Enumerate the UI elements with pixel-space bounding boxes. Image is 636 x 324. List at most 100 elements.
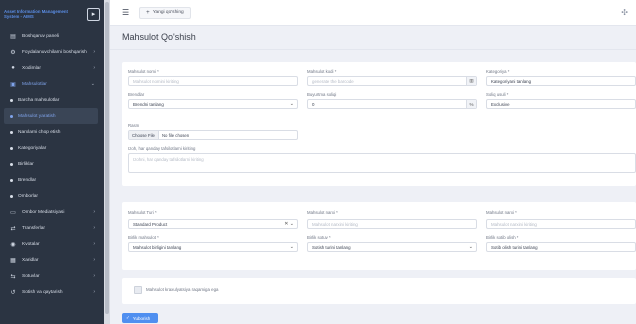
choose-file-button[interactable]: Choose File <box>129 131 159 139</box>
unit-sale-label: Birlik sotuv * <box>307 235 331 240</box>
cart-icon: ▦ <box>10 257 16 264</box>
sidebar-item-label: Xaridlar <box>22 257 39 263</box>
product-pricing-card <box>122 202 636 270</box>
unit-product-select[interactable]: Mahsulot birligini tanlang ⌄ <box>128 242 298 252</box>
sidebar-subitem-brands[interactable]: Brendlar <box>0 172 104 188</box>
sidebar-subitem-create-product[interactable]: Mahsulot yaratish <box>4 108 98 124</box>
submit-label: Yuborish <box>132 315 151 321</box>
sidebar-item-products[interactable]: ▣ Mahsulotlar ⌄ <box>0 76 104 92</box>
return-icon: ↺ <box>10 289 16 296</box>
sidebar-item-label: Kvotalar <box>22 241 40 247</box>
has-serial-checkbox[interactable] <box>134 286 142 294</box>
product-type-value: Standard Product <box>133 221 168 227</box>
sidebar-subitem-print-prices[interactable]: Narxlarni chop etish <box>0 124 104 140</box>
sidebar-item-label: Sotuvlar <box>22 273 40 279</box>
sidebar-item-dashboard[interactable]: ▤ Boshqaruv paneli <box>0 28 104 44</box>
chevron-down-icon: ⌄ <box>289 244 294 250</box>
sidebar-item-user-management[interactable]: ⚙ Foydalanuvchilarni boshqarish › <box>0 44 104 60</box>
bullet-icon <box>10 98 13 102</box>
settings-icon[interactable]: ✣ <box>621 8 628 17</box>
product-code-input[interactable]: generate the barcode ▥ <box>307 76 477 86</box>
sidebar-subitem-label: Mahsulot yaratish <box>18 113 56 119</box>
description-label: Izoh, har qanday tafsilotlarni kiriting <box>128 146 196 151</box>
sidebar-item-employees[interactable]: ● Xodimlar › <box>0 60 104 76</box>
scrollbar-thumb[interactable] <box>105 2 109 314</box>
sidebar-subitem-categories[interactable]: Kategoriyalar <box>0 140 104 156</box>
unit-sale-select[interactable]: Sotish turini tanlang ⌄ <box>307 242 477 252</box>
chevron-right-icon: › <box>93 273 95 279</box>
image-file-input[interactable]: Choose File No file chosen <box>128 130 298 140</box>
sales-icon: ⇆ <box>10 273 16 280</box>
order-tax-input[interactable]: 0 % <box>307 99 477 109</box>
clear-chevron-icon[interactable]: ✕ ⌄ <box>284 221 294 227</box>
image-label: Rasm <box>128 123 140 128</box>
has-serial-label: Mahsulot kraxulyatsiya raqamiga ega <box>146 287 219 292</box>
order-tax-value: 0 <box>312 101 315 107</box>
product-price-label: Mahsulot narxi * <box>486 210 517 215</box>
sidebar-subitem-label: Kategoriyalar <box>18 145 47 151</box>
chevron-right-icon: › <box>93 49 95 55</box>
box-icon: ▣ <box>10 81 16 88</box>
chevron-down-icon: ⌄ <box>468 244 473 250</box>
sidebar-subitem-label: Narxlarni chop etish <box>18 129 61 135</box>
bullet-icon <box>10 194 13 198</box>
chevron-down-icon: ⌄ <box>289 101 294 107</box>
description-textarea[interactable]: Izohni, har qanday tafsilotlarni kiritin… <box>128 153 636 173</box>
sidebar-item-purchases[interactable]: ▦ Xaridlar › <box>0 252 104 268</box>
sidebar-item-quotes[interactable]: ◉ Kvotalar › <box>0 236 104 252</box>
bullet-icon <box>10 178 13 182</box>
sidebar-subitem-all-products[interactable]: Barcha mahsulotlar <box>0 92 104 108</box>
unit-purchase-label: Birlik sotib olish * <box>486 235 519 240</box>
sidebar-item-label: Xodimlar <box>22 65 41 71</box>
collapse-icon: ▸ <box>91 11 96 18</box>
brand: Asset Information Management System - AI… <box>0 0 104 28</box>
product-type-select[interactable]: Standard Product ✕ ⌄ <box>128 219 298 229</box>
bullet-icon <box>10 162 13 166</box>
hamburger-menu-icon[interactable]: ☰ <box>122 8 129 17</box>
percent-addon: % <box>466 100 476 108</box>
new-order-button[interactable]: + Yangi qo'shing <box>139 6 191 19</box>
sidebar-subitem-label: Omborlar <box>18 193 38 199</box>
unit-sale-value: Sotish turini tanlang <box>312 244 351 250</box>
product-type-label: Mahsulot Turi * <box>128 210 157 215</box>
chevron-right-icon: › <box>93 241 95 247</box>
dashboard-icon: ▤ <box>10 33 16 40</box>
product-code-placeholder: generate the barcode <box>312 78 354 84</box>
sidebar-subitem-warehouses[interactable]: Omborlar <box>0 188 104 204</box>
bullet-icon <box>10 130 13 134</box>
sidebar-item-sales[interactable]: ⇆ Sotuvlar › <box>0 268 104 284</box>
sidebar: Asset Information Management System - AI… <box>0 0 104 324</box>
sidebar-subitem-label: Brendlar <box>18 177 37 183</box>
bullet-icon <box>10 146 13 150</box>
sidebar-item-sale-returns[interactable]: ↺ Sotish va qaytarish › <box>0 284 104 300</box>
brand-select[interactable]: Brendni tanlang ⌄ <box>128 99 298 109</box>
product-price-input[interactable]: Mahsulot narxini kiriting <box>486 219 636 229</box>
product-code-label: Mahsulot kodi * <box>307 69 337 74</box>
submit-button[interactable]: ✓ Yuborish <box>122 313 158 323</box>
tax-method-select[interactable]: Exclusive <box>486 99 636 109</box>
sidebar-item-label: Transferlar <box>22 225 46 231</box>
order-tax-label: Buyurtma soliqi <box>307 92 337 97</box>
unit-product-value: Mahsulot birligini tanlang <box>133 244 182 250</box>
sidebar-item-label: Boshqaruv paneli <box>22 33 60 39</box>
quote-icon: ◉ <box>10 241 16 248</box>
product-name-input[interactable]: Mahsulot nomini kiriting <box>128 76 298 86</box>
sidebar-toggle-button[interactable]: ▸ <box>87 7 100 21</box>
product-name-label: Mahsulot nomi * <box>128 69 159 74</box>
brand-label: Brendlar <box>128 92 145 97</box>
category-select[interactable]: Kategoriyani tanlang <box>486 76 636 86</box>
product-cost-label: Mahsulot narxi * <box>307 210 338 215</box>
sidebar-item-transfers[interactable]: ⇄ Transferlar › <box>0 220 104 236</box>
barcode-icon[interactable]: ▥ <box>466 77 476 85</box>
no-file-text: No file chosen <box>161 132 190 138</box>
brand-title: Asset Information Management System - AI… <box>4 8 68 19</box>
new-order-label: Yangi qo'shing <box>152 10 184 15</box>
unit-purchase-select[interactable]: Sotib olish turini tanlang <box>486 242 636 252</box>
check-icon: ✓ <box>126 315 130 320</box>
product-cost-input[interactable]: Mahsulot narxini kiriting <box>307 219 477 229</box>
sidebar-item-warehouse-mediation[interactable]: ▭ Ombor Mediatsiyasi › <box>0 204 104 220</box>
sidebar-item-label: Sotish va qaytarish <box>22 289 63 295</box>
chevron-right-icon: › <box>93 225 95 231</box>
sidebar-subitem-units[interactable]: Birliklar <box>0 156 104 172</box>
divider <box>110 49 636 50</box>
